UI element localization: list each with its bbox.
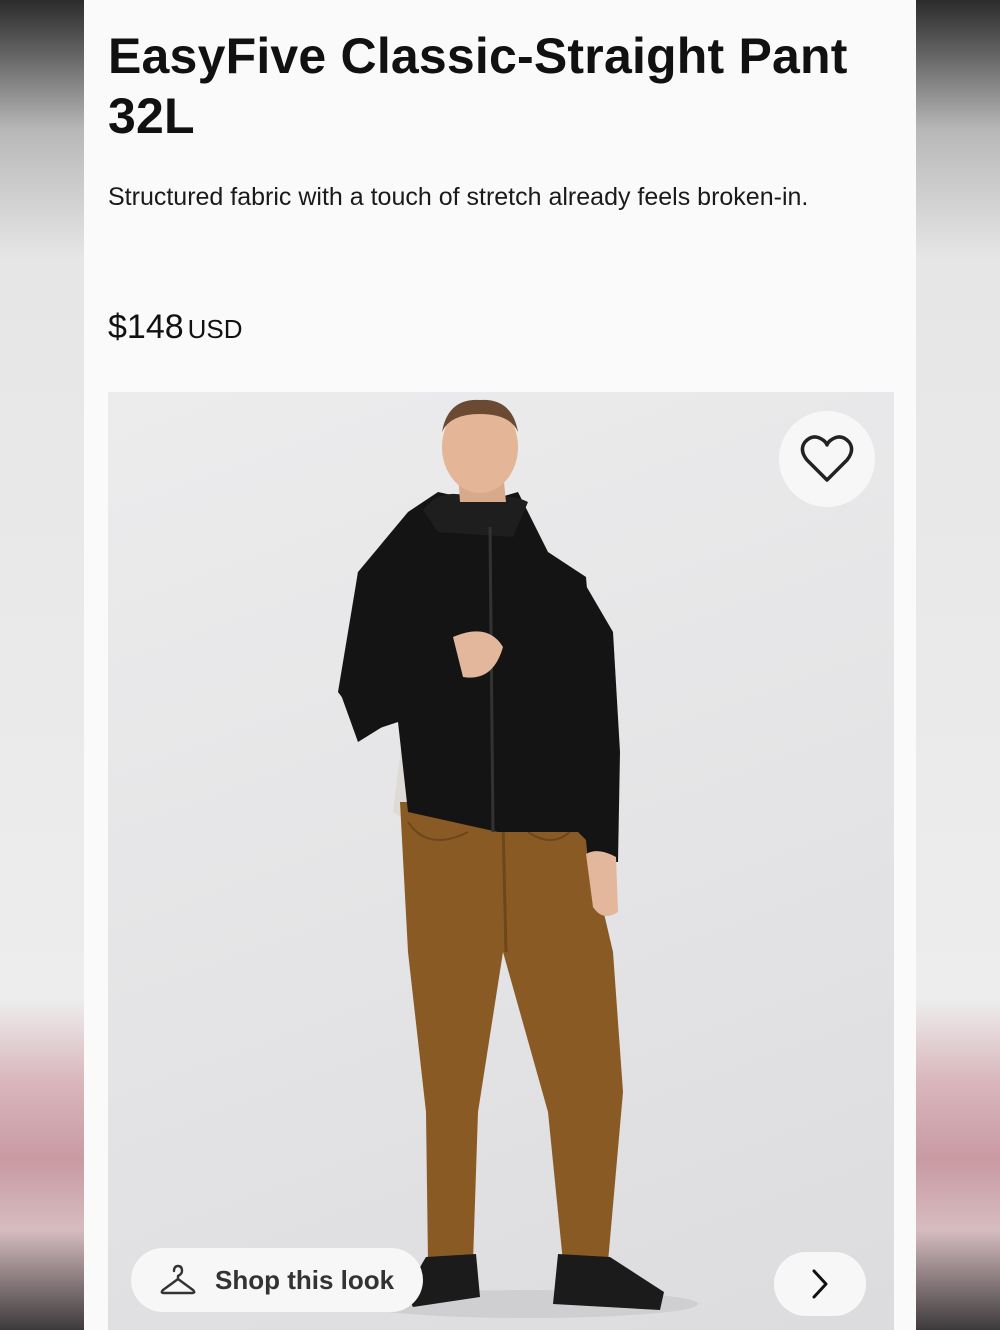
price-amount: $148 bbox=[108, 308, 184, 346]
right-backdrop bbox=[916, 0, 1000, 1330]
price-currency: USD bbox=[187, 314, 243, 344]
shop-this-look-label: Shop this look bbox=[215, 1264, 395, 1295]
product-page: EasyFive Classic-Straight Pant 32L Struc… bbox=[84, 0, 916, 1330]
favorite-button[interactable] bbox=[779, 411, 875, 507]
shop-this-look-button[interactable]: Shop this look bbox=[131, 1248, 423, 1312]
product-title: EasyFive Classic-Straight Pant 32L bbox=[108, 28, 848, 144]
model-illustration bbox=[338, 399, 698, 1318]
hanger-icon bbox=[160, 1264, 196, 1295]
chevron-right-icon bbox=[812, 1269, 828, 1299]
product-price: $148 USD bbox=[108, 308, 243, 347]
product-image[interactable]: Shop this look bbox=[108, 392, 894, 1330]
heart-outline-icon bbox=[800, 435, 854, 482]
next-image-button[interactable] bbox=[774, 1252, 866, 1316]
product-description: Structured fabric with a touch of stretc… bbox=[108, 183, 809, 211]
left-backdrop bbox=[0, 0, 84, 1330]
